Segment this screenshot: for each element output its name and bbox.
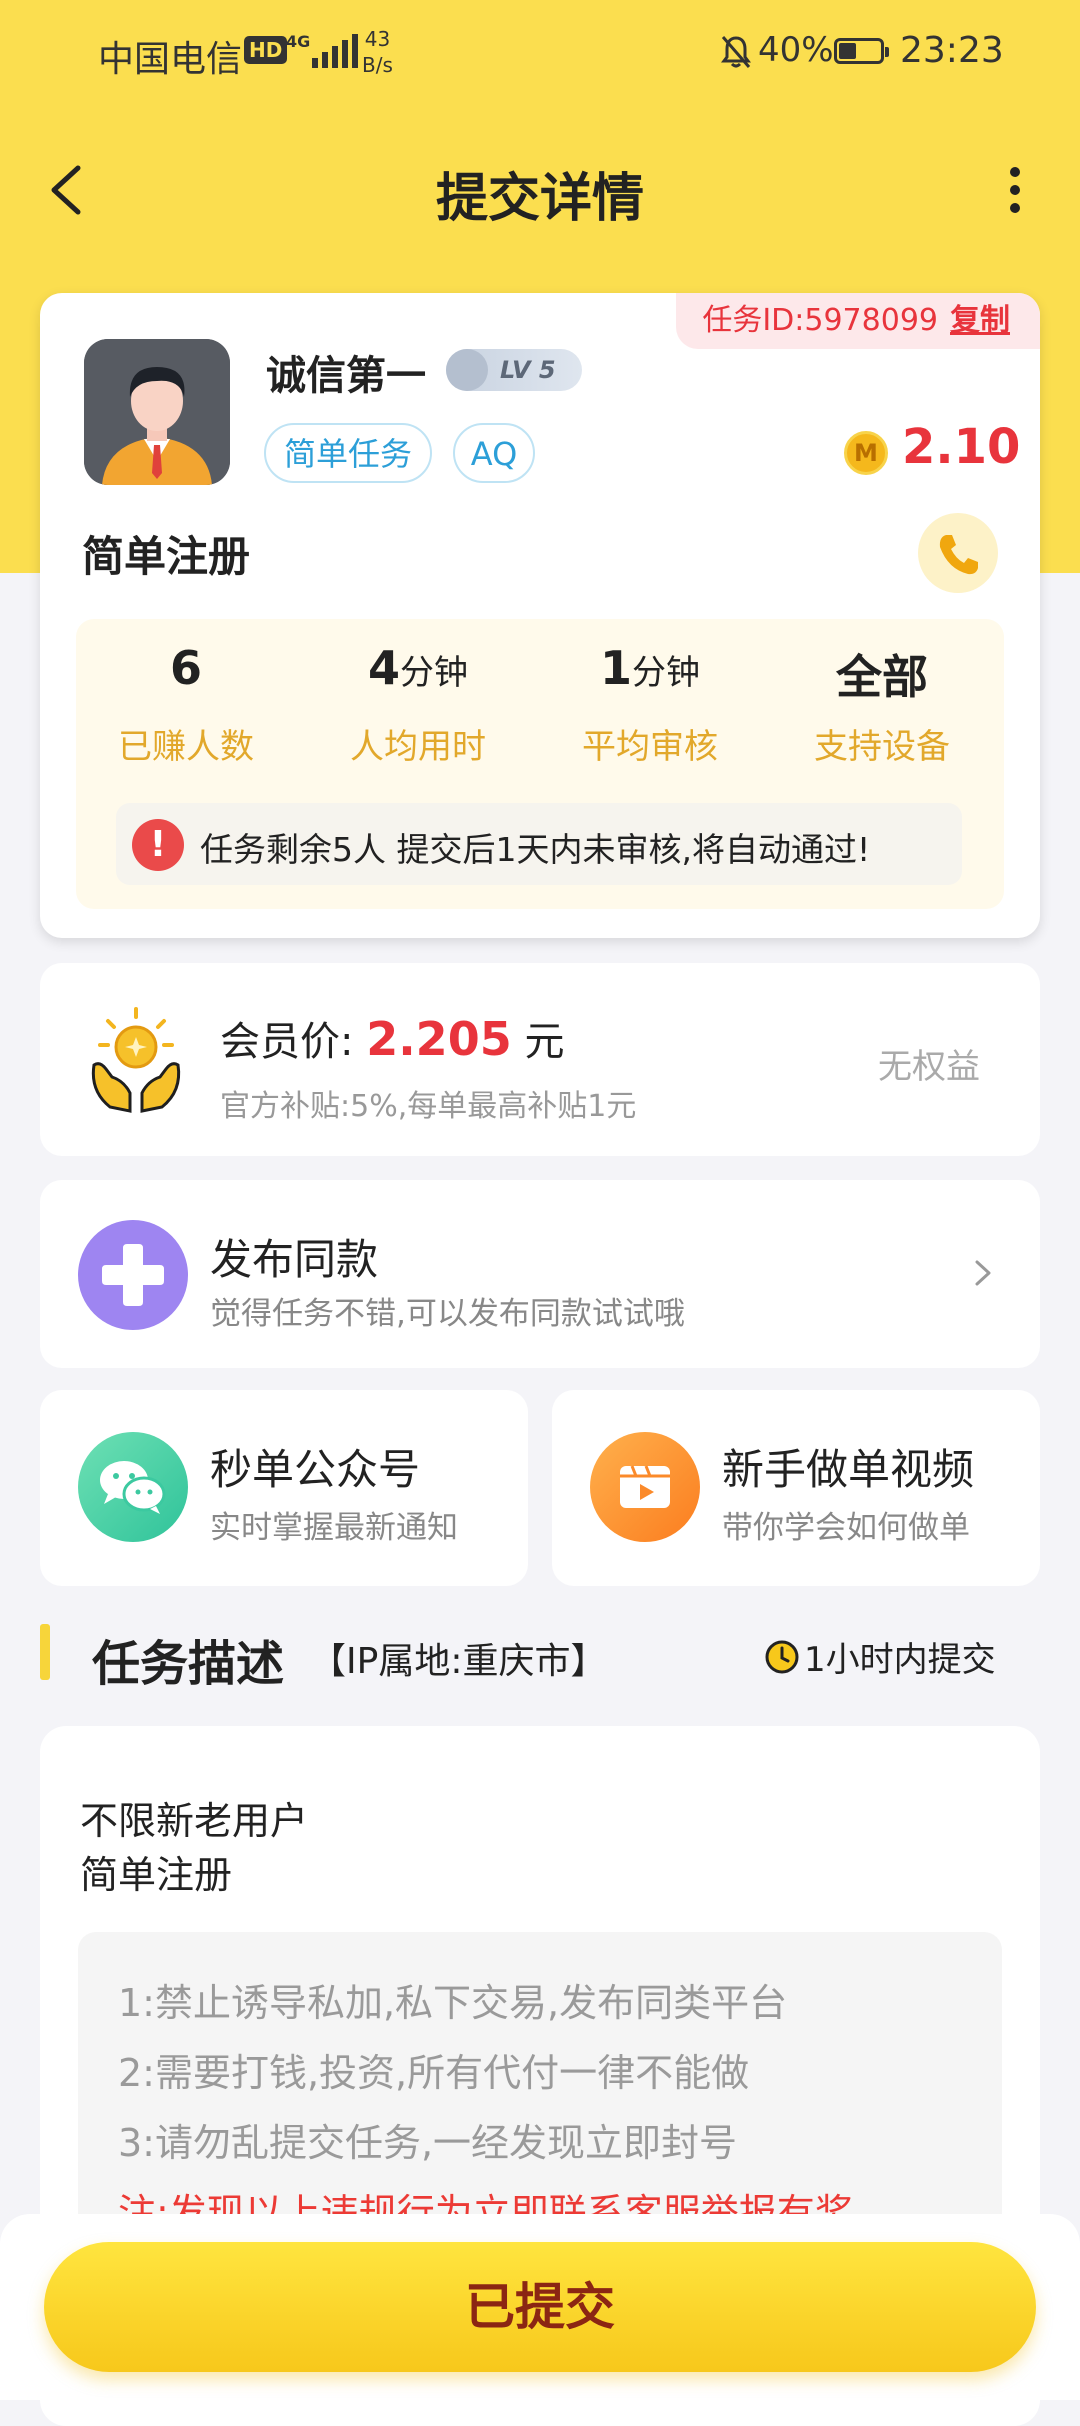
- member-price-card[interactable]: 会员价: 2.205 元 官方补贴:5%,每单最高补贴1元 无权益: [40, 963, 1040, 1156]
- chevron-right-icon: [975, 1260, 991, 1286]
- publish-title: 发布同款: [210, 1235, 379, 1284]
- publish-plus-icon: [78, 1220, 188, 1330]
- video-title: 新手做单视频: [722, 1445, 975, 1494]
- rule-item: 2:需要打钱,投资,所有代付一律不能做: [118, 2051, 750, 2095]
- time-limit: 1小时内提交: [764, 1632, 996, 1681]
- publisher-name: 诚信第一: [266, 353, 426, 399]
- member-benefit-status: 无权益: [878, 1047, 980, 1087]
- task-card: 任务ID:5978099 复制 诚信第一 LV 5 简单任务 AQ M 2.10 …: [40, 293, 1040, 938]
- stat-value: 6: [169, 641, 202, 695]
- wechat-icon: [78, 1432, 188, 1542]
- tutorial-video-card[interactable]: 新手做单视频 带你学会如何做单: [552, 1390, 1040, 1586]
- time-limit-text: 1小时内提交: [804, 1640, 996, 1680]
- task-reward: 2.10: [902, 419, 1021, 475]
- stat-unit: 分钟: [632, 653, 700, 693]
- signal-bars-icon: [312, 34, 358, 68]
- task-name: 简单注册: [82, 532, 251, 581]
- tag-aq: AQ: [453, 423, 535, 483]
- stat-value: 全部: [836, 650, 928, 704]
- status-bar: 中国电信 HD 4G 43 B/s 40% 23:23: [0, 0, 1080, 105]
- net-speed-unit: B/s: [362, 53, 393, 77]
- rule-item: 3:请勿乱提交任务,一经发现立即封号: [118, 2121, 738, 2165]
- stat-avg-time: 4分钟 人均用时: [308, 641, 528, 768]
- description-line: 简单注册: [80, 1853, 233, 1897]
- publish-subtitle: 觉得任务不错,可以发布同款试试哦: [210, 1296, 685, 1332]
- avatar-person-icon: [84, 339, 230, 485]
- section-accent-bar: [40, 1624, 50, 1680]
- wechat-account-card[interactable]: 秒单公众号 实时掌握最新通知: [40, 1390, 528, 1586]
- wechat-subtitle: 实时掌握最新通知: [210, 1510, 458, 1546]
- more-options-icon[interactable]: [1000, 160, 1030, 220]
- stat-unit: 分钟: [400, 653, 468, 693]
- phone-icon: [939, 535, 978, 575]
- task-notice: ! 任务剩余5人 提交后1天内未审核,将自动通过!: [116, 803, 962, 885]
- hd-badge: HD: [244, 36, 288, 64]
- stat-label: 已赚人数: [118, 727, 254, 767]
- member-price-line: 会员价: 2.205 元: [220, 1009, 564, 1067]
- stat-value: 1: [599, 641, 632, 695]
- task-id-text: 任务ID:5978099: [702, 303, 938, 338]
- coin-icon: M: [844, 431, 888, 475]
- video-subtitle: 带你学会如何做单: [722, 1510, 970, 1546]
- notice-text: 任务剩余5人 提交后1天内未审核,将自动通过!: [200, 830, 871, 869]
- stat-avg-review: 1分钟 平均审核: [540, 641, 760, 768]
- task-id-badge: 任务ID:5978099 复制: [676, 293, 1040, 349]
- wechat-title: 秒单公众号: [210, 1445, 421, 1494]
- stat-value: 4: [367, 641, 400, 695]
- bell-muted-icon: [721, 36, 751, 68]
- publisher-avatar[interactable]: [84, 339, 230, 485]
- stat-earned-count: 6 已赚人数: [76, 641, 296, 768]
- battery-icon: [834, 38, 889, 64]
- level-badge: LV 5: [446, 349, 582, 391]
- stat-label: 平均审核: [582, 727, 718, 767]
- net-speed: 43 B/s: [362, 26, 393, 78]
- task-stats: 6 已赚人数 4分钟 人均用时 1分钟 平均审核 全部 支持设备 ! 任务剩余5…: [76, 619, 1004, 909]
- level-text: LV 5: [500, 356, 556, 384]
- tag-simple-task: 简单任务: [264, 423, 432, 483]
- rule-item: 1:禁止诱导私加,私下交易,发布同类平台: [118, 1981, 788, 2025]
- member-price-unit: 元: [524, 1019, 565, 1065]
- publish-same-card[interactable]: 发布同款 觉得任务不错,可以发布同款试试哦: [40, 1180, 1040, 1368]
- description-line: 不限新老用户: [80, 1799, 309, 1843]
- member-subsidy: 官方补贴:5%,每单最高补贴1元: [220, 1089, 637, 1124]
- clock-icon: [765, 1640, 799, 1673]
- battery-percent: 40%: [758, 30, 834, 70]
- member-price-value: 2.205: [366, 1012, 512, 1066]
- ip-location: 【IP属地:重庆市】: [310, 1641, 607, 1682]
- stat-devices: 全部 支持设备: [772, 641, 992, 768]
- level-medal-icon: [446, 349, 488, 391]
- description-title: 任务描述: [92, 1636, 285, 1692]
- clock: 23:23: [900, 30, 1004, 71]
- contact-phone-button[interactable]: [918, 513, 998, 593]
- signal-type: 4G: [286, 32, 311, 51]
- page-title: 提交详情: [435, 169, 644, 229]
- stat-label: 人均用时: [350, 727, 486, 767]
- member-price-label: 会员价:: [220, 1019, 354, 1065]
- net-speed-value: 43: [364, 27, 391, 51]
- carrier-name: 中国电信: [98, 39, 243, 80]
- warning-icon: !: [132, 819, 184, 871]
- hands-coin-icon: [91, 1007, 181, 1113]
- submitted-button[interactable]: 已提交: [44, 2242, 1036, 2372]
- copy-task-id-button[interactable]: 复制: [950, 303, 1010, 338]
- video-icon: [590, 1432, 700, 1542]
- stat-label: 支持设备: [814, 727, 950, 767]
